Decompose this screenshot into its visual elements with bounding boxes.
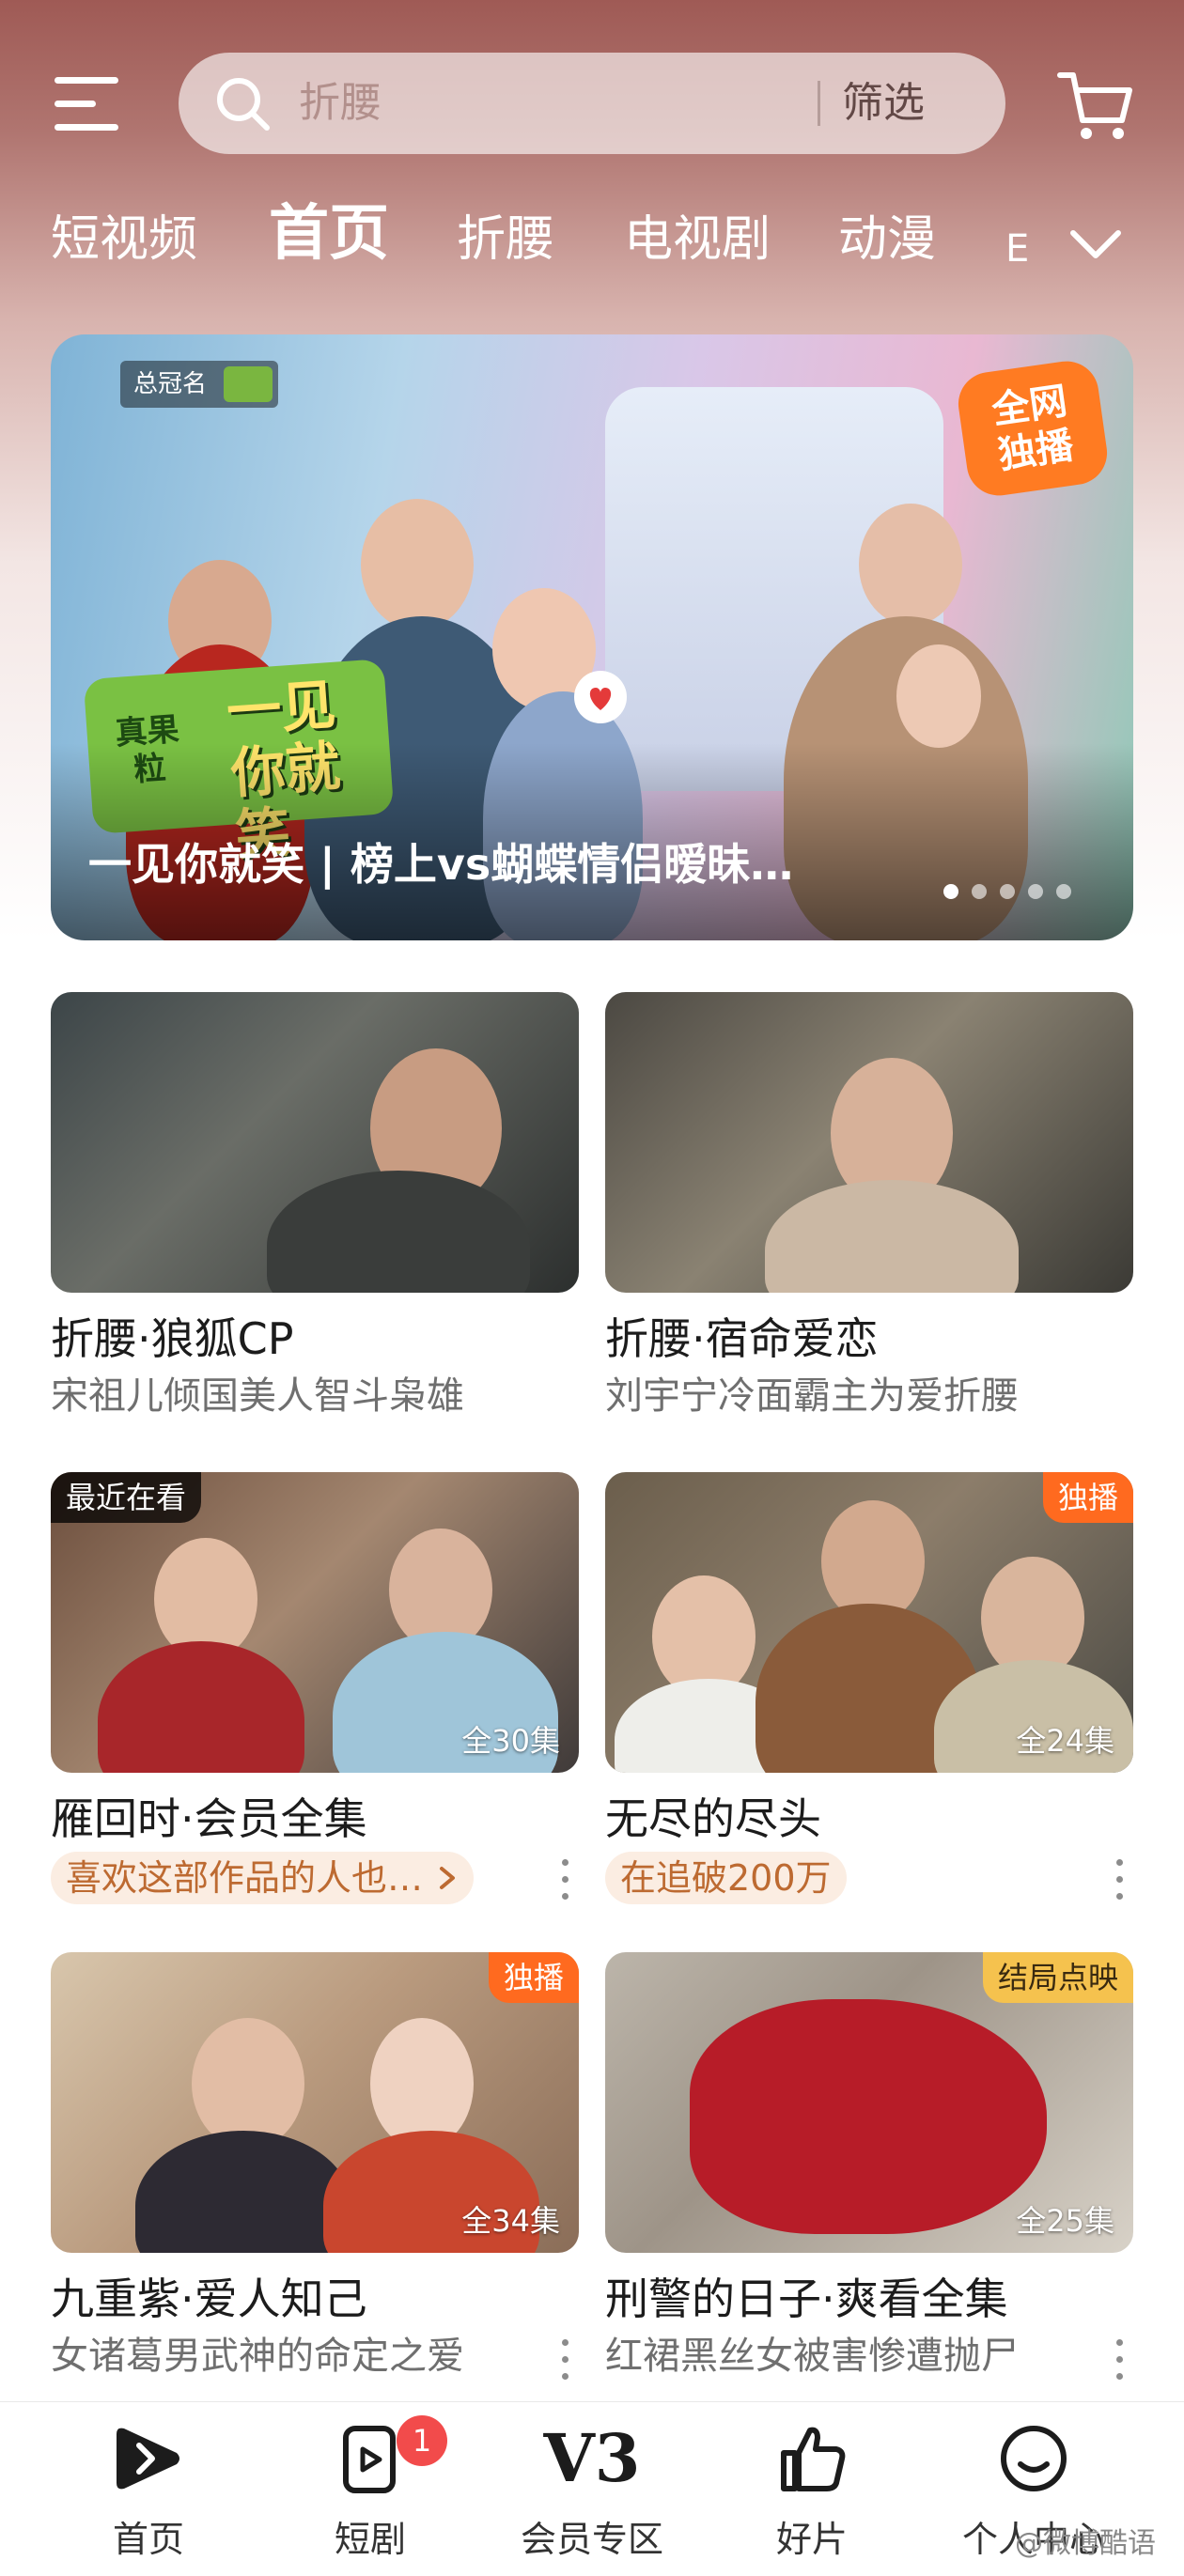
card-title[interactable]: 折腰·宿命爱恋 xyxy=(605,1310,879,1368)
card-thumbnail[interactable]: 最近在看 全30集 xyxy=(51,1472,579,1773)
card-title[interactable]: 无尽的尽头 xyxy=(605,1790,821,1848)
search-bar[interactable]: 折腰 筛选 xyxy=(179,53,1005,154)
episode-count: 全24集 xyxy=(1016,1723,1114,1759)
pagination-dot[interactable] xyxy=(1028,884,1043,899)
more-options-icon[interactable] xyxy=(1116,1859,1124,1901)
short-drama-icon xyxy=(343,2426,396,2493)
search-icon xyxy=(217,78,270,131)
bottom-nav: 首页 1 短剧 V3 会员专区 好片 个人中心 xyxy=(0,2401,1184,2576)
vip-v3-icon: V3 xyxy=(543,2419,641,2497)
card-badge: 最近在看 xyxy=(51,1472,202,1523)
tab-tv-series[interactable]: 电视剧 xyxy=(624,209,771,271)
banner-title: 一见你就笑 | 榜上vs蝴蝶情侣暧昧… xyxy=(88,839,794,890)
episode-count: 全25集 xyxy=(1016,2203,1114,2239)
thumbs-up-icon xyxy=(781,2427,846,2491)
menu-icon[interactable] xyxy=(55,77,118,132)
exclusive-badge: 全网 独播 xyxy=(954,357,1112,500)
card-title[interactable]: 刑警的日子·爽看全集 xyxy=(605,2270,1008,2328)
episode-count: 全30集 xyxy=(461,1723,560,1759)
filter-button[interactable]: 筛选 xyxy=(842,77,925,130)
more-options-icon[interactable] xyxy=(1116,2339,1124,2381)
chevron-right-icon xyxy=(440,1867,456,1889)
card-badge: 独播 xyxy=(488,1952,579,2003)
nav-vip-zone[interactable]: V3 会员专区 xyxy=(498,2402,686,2576)
card-subtitle: 刘宇宁冷面霸主为爱折腰 xyxy=(605,1374,1019,1418)
card-subtitle: 宋祖儿倾国美人智斗枭雄 xyxy=(51,1374,464,1418)
search-input[interactable]: 折腰 xyxy=(299,77,382,130)
tab-short-video[interactable]: 短视频 xyxy=(51,209,197,271)
nav-good-films[interactable]: 好片 xyxy=(718,2402,906,2576)
tab-home[interactable]: 首页 xyxy=(269,203,389,265)
episode-count: 全34集 xyxy=(461,2203,560,2239)
notification-badge: 1 xyxy=(397,2415,447,2466)
pagination-dot[interactable] xyxy=(1000,884,1015,899)
tab-overflow[interactable]: E xyxy=(1005,218,1029,280)
tab-zheyao[interactable]: 折腰 xyxy=(457,209,554,271)
chevron-down-icon[interactable] xyxy=(1067,225,1124,263)
card-subtitle: 女诸葛男武神的命定之爱 xyxy=(51,2335,464,2378)
tab-anime[interactable]: 动漫 xyxy=(838,209,936,271)
watermark: @微博酷语 xyxy=(1015,2527,1156,2560)
sponsor-tag: 总冠名 xyxy=(120,361,278,408)
card-title[interactable]: 九重紫·爱人知己 xyxy=(51,2270,367,2328)
banner-person xyxy=(896,644,981,748)
nav-short-drama[interactable]: 1 短剧 xyxy=(276,2402,464,2576)
nav-home[interactable]: 首页 xyxy=(55,2402,242,2576)
heart-bubble-icon xyxy=(574,671,627,723)
pagination-dot[interactable] xyxy=(1056,884,1071,899)
card-title[interactable]: 雁回时·会员全集 xyxy=(51,1790,367,1848)
card-thumbnail[interactable]: 结局点映 全25集 xyxy=(605,1952,1133,2253)
more-options-icon[interactable] xyxy=(562,1859,569,1901)
card-subtitle: 红裙黑丝女被害惨遭抛尸 xyxy=(605,2335,1019,2378)
more-options-icon[interactable] xyxy=(562,2339,569,2381)
recommend-chip[interactable]: 喜欢这部作品的人也… xyxy=(51,1852,475,1904)
pagination-dot[interactable] xyxy=(972,884,987,899)
play-logo-icon xyxy=(117,2428,179,2490)
smile-face-icon xyxy=(1001,2426,1067,2491)
card-thumbnail[interactable] xyxy=(605,992,1133,1293)
banner-person xyxy=(859,504,962,626)
category-tabs: 短视频 首页 折腰 电视剧 动漫 E xyxy=(0,188,1184,291)
card-title[interactable]: 折腰·狼狐CP xyxy=(51,1310,293,1368)
cart-icon[interactable] xyxy=(1052,62,1137,147)
card-thumbnail[interactable]: 独播 全34集 xyxy=(51,1952,579,2253)
card-thumbnail[interactable] xyxy=(51,992,579,1293)
card-badge: 独播 xyxy=(1042,1472,1133,1523)
sponsor-logo xyxy=(224,366,273,402)
pagination-dot[interactable] xyxy=(943,884,958,899)
card-thumbnail[interactable]: 独播 全24集 xyxy=(605,1472,1133,1773)
card-badge: 结局点映 xyxy=(982,1952,1133,2003)
hero-banner[interactable]: 总冠名 全网 独播 真果粒 一见你就笑 一见你就笑 | 榜上vs蝴蝶情侣暧昧… xyxy=(51,334,1133,940)
popularity-chip: 在追破200万 xyxy=(605,1852,847,1904)
banner-person xyxy=(361,499,474,630)
search-divider xyxy=(818,81,820,126)
